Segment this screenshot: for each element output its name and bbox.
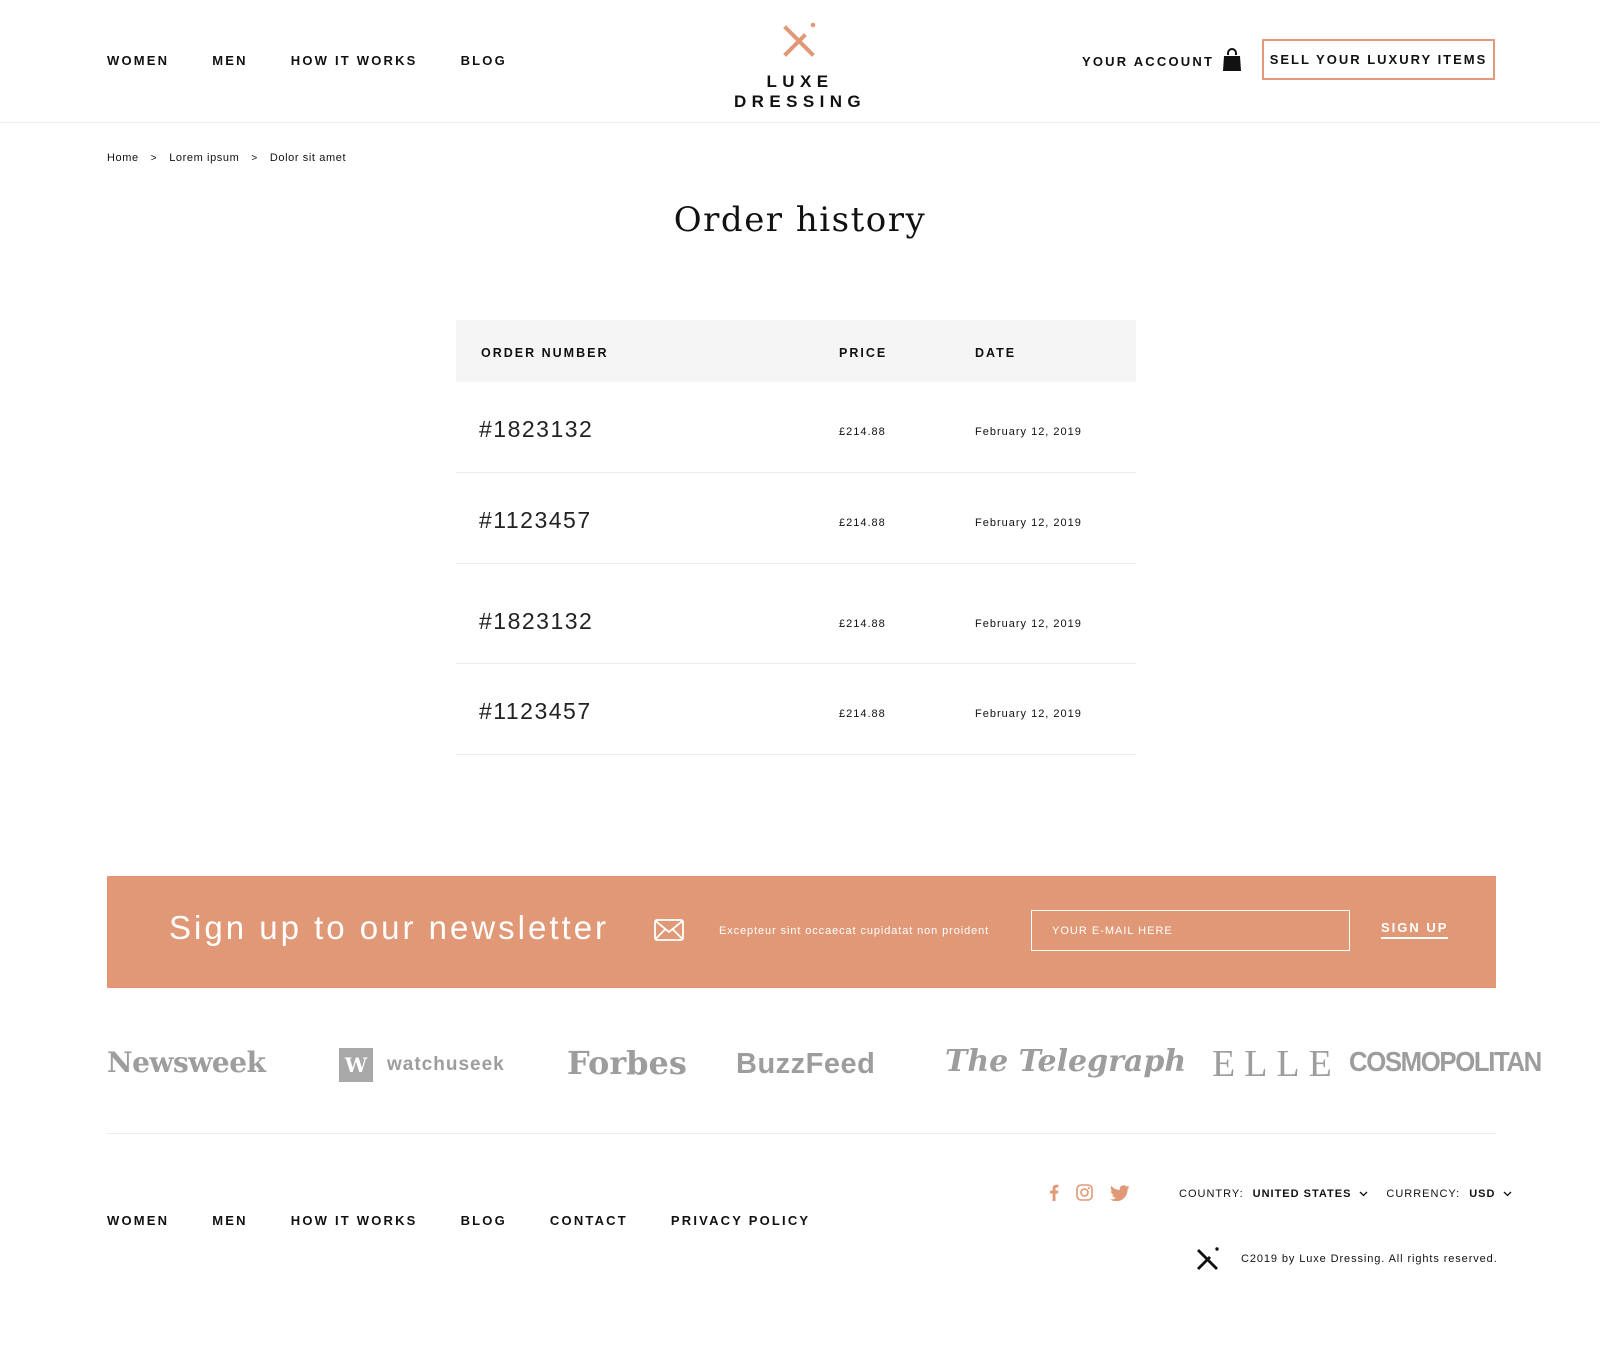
footer-nav-men[interactable]: MEN: [212, 1213, 248, 1228]
breadcrumb-current: Dolor sit amet: [269, 152, 347, 164]
breadcrumb-separator: >: [251, 152, 258, 164]
order-date: February 12, 2019: [975, 618, 1082, 630]
order-number[interactable]: #1823132: [479, 416, 593, 443]
facebook-icon[interactable]: [1049, 1184, 1059, 1201]
order-number[interactable]: #1123457: [479, 507, 592, 534]
instagram-icon[interactable]: [1076, 1184, 1093, 1201]
breadcrumb-separator: >: [150, 152, 158, 164]
footer-nav-blog[interactable]: BLOG: [461, 1213, 507, 1228]
footer-nav-women[interactable]: WOMEN: [107, 1213, 169, 1228]
newsletter-title: Sign up to our newsletter: [169, 909, 610, 946]
footer-divider: [107, 1133, 1496, 1134]
order-number[interactable]: #1823132: [479, 608, 593, 635]
locale-selectors: COUNTRY: UNITED STATES CURRENCY: USD: [1179, 1188, 1530, 1200]
breadcrumb-lorem-ipsum[interactable]: Lorem ipsum: [169, 152, 239, 164]
press-logo-cosmopolitan: COSMOPOLITAN: [1349, 1046, 1542, 1077]
column-header-date: DATE: [975, 346, 1017, 360]
order-date: February 12, 2019: [975, 708, 1082, 720]
footer-nav: WOMEN MEN HOW IT WORKS BLOG CONTACT PRIV…: [107, 1213, 853, 1228]
sign-up-button[interactable]: SIGN UP: [1381, 920, 1449, 939]
breadcrumb: Home > Lorem ipsum > Dolor sit amet: [107, 152, 346, 164]
table-row[interactable]: #1123457 £214.88 February 12, 2019: [456, 664, 1136, 755]
x-logo-icon: [1197, 1247, 1219, 1270]
table-row[interactable]: #1823132 £214.88 February 12, 2019: [456, 564, 1136, 664]
x-logo-icon: [783, 22, 816, 57]
press-logo-forbes: Forbes: [567, 1044, 687, 1082]
order-price: £214.88: [839, 618, 886, 630]
order-number[interactable]: #1123457: [479, 698, 592, 725]
order-date: February 12, 2019: [975, 426, 1082, 438]
order-history-table: ORDER NUMBER PRICE DATE #1823132 £214.88…: [456, 320, 1136, 755]
social-links: [1049, 1184, 1130, 1201]
currency-select[interactable]: USD: [1469, 1188, 1495, 1200]
logo-text: LUXE DRESSING: [734, 72, 866, 111]
newsletter-description: Excepteur sint occaecat cupidatat non pr…: [719, 925, 990, 937]
email-input[interactable]: [1031, 910, 1350, 951]
table-row[interactable]: #1823132 £214.88 February 12, 2019: [456, 382, 1136, 473]
nav-how-it-works[interactable]: HOW IT WORKS: [291, 53, 418, 68]
order-price: £214.88: [839, 517, 886, 529]
currency-label: CURRENCY:: [1386, 1188, 1461, 1200]
footer-nav-contact[interactable]: CONTACT: [550, 1213, 628, 1228]
press-logo-watchuseek: W watchuseek: [339, 1048, 505, 1082]
copyright-text: C2019 by Luxe Dressing. All rights reser…: [1241, 1253, 1498, 1265]
chevron-down-icon[interactable]: [1359, 1191, 1368, 1197]
order-price: £214.88: [839, 708, 886, 720]
breadcrumb-home[interactable]: Home: [107, 152, 139, 164]
order-price: £214.88: [839, 426, 886, 438]
country-label: COUNTRY:: [1179, 1188, 1244, 1200]
shopping-bag-icon[interactable]: [1222, 48, 1242, 72]
nav-women[interactable]: WOMEN: [107, 53, 169, 68]
page-title: Order history: [673, 200, 927, 240]
sell-luxury-items-button[interactable]: SELL YOUR LUXURY ITEMS: [1262, 39, 1495, 80]
newsletter-banner: Sign up to our newsletter Excepteur sint…: [107, 876, 1496, 988]
main-nav: WOMEN MEN HOW IT WORKS BLOG: [107, 53, 550, 68]
site-logo[interactable]: LUXE DRESSING: [700, 22, 900, 112]
press-logo-elle: ELLE: [1212, 1043, 1341, 1085]
nav-men[interactable]: MEN: [212, 53, 248, 68]
table-header: ORDER NUMBER PRICE DATE: [456, 320, 1136, 382]
envelope-icon: [654, 919, 684, 941]
order-date: February 12, 2019: [975, 517, 1082, 529]
footer-nav-how-it-works[interactable]: HOW IT WORKS: [291, 1213, 418, 1228]
press-logo-buzzfeed: BuzzFeed: [736, 1048, 876, 1080]
press-logos: Newsweek W watchuseek Forbes BuzzFeed Th…: [107, 1040, 1542, 1090]
column-header-order-number: ORDER NUMBER: [481, 346, 609, 360]
site-header: WOMEN MEN HOW IT WORKS BLOG LUXE DRESSIN…: [0, 0, 1600, 123]
your-account-link[interactable]: YOUR ACCOUNT: [1082, 54, 1214, 69]
chevron-down-icon[interactable]: [1503, 1191, 1512, 1197]
nav-blog[interactable]: BLOG: [461, 53, 507, 68]
country-select[interactable]: UNITED STATES: [1253, 1188, 1352, 1200]
press-logo-watchuseek-text: watchuseek: [387, 1054, 505, 1075]
press-logo-telegraph: The Telegraph: [945, 1044, 1187, 1079]
twitter-icon[interactable]: [1110, 1184, 1130, 1201]
press-logo-newsweek: Newsweek: [107, 1046, 266, 1079]
watchuseek-w-icon: W: [339, 1048, 373, 1082]
column-header-price: PRICE: [839, 346, 888, 360]
footer-nav-privacy-policy[interactable]: PRIVACY POLICY: [671, 1213, 810, 1228]
table-row[interactable]: #1123457 £214.88 February 12, 2019: [456, 473, 1136, 564]
